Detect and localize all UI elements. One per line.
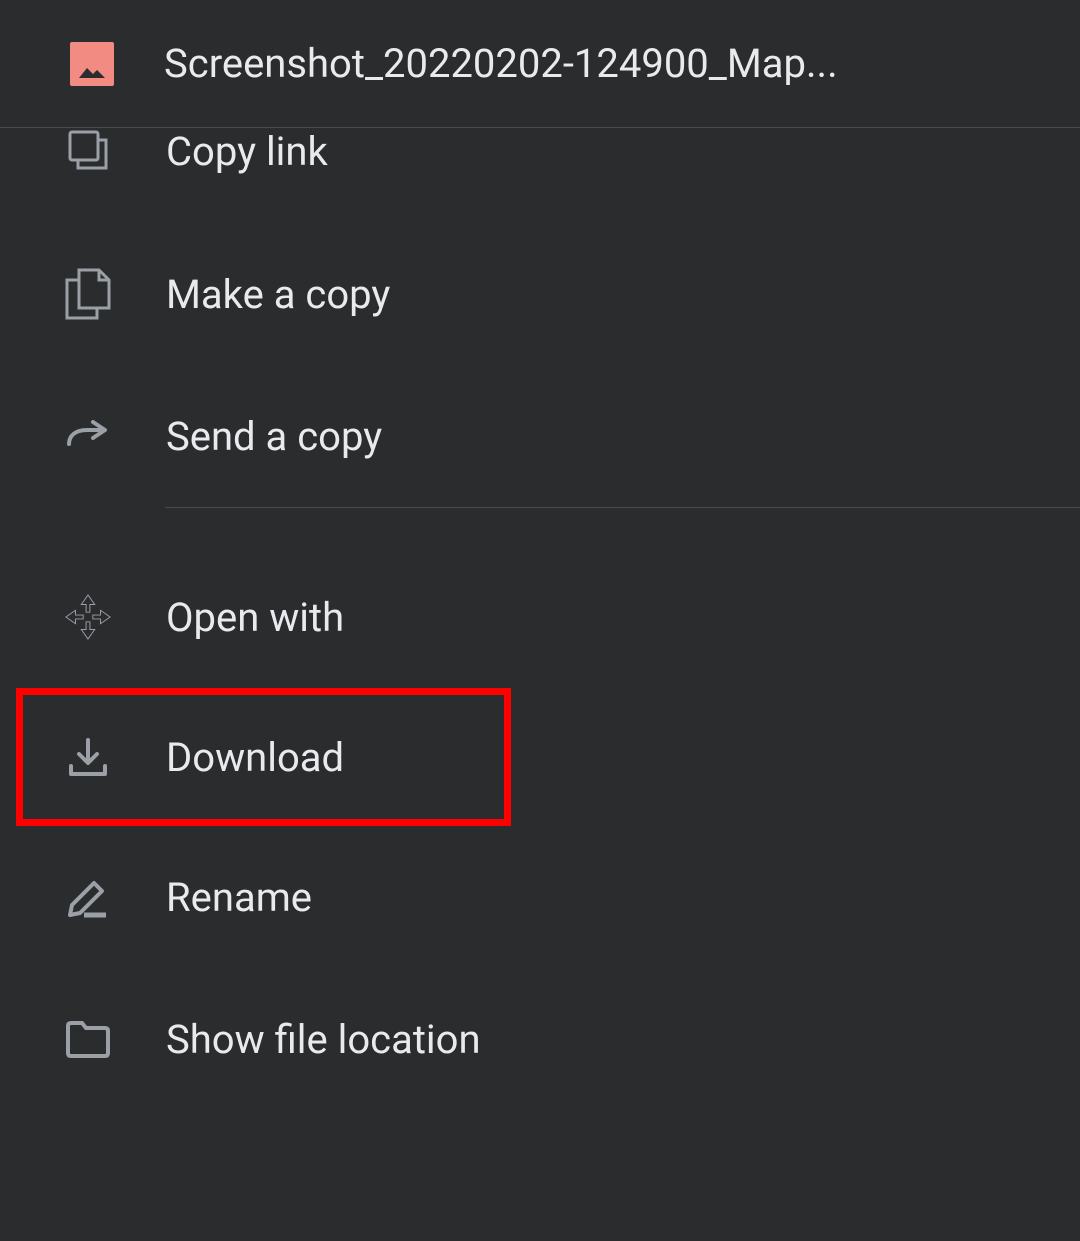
menu-item-rename[interactable]: Rename [0,826,1080,968]
menu-label: Show file location [166,1016,481,1063]
pencil-icon [66,875,110,919]
copy-link-icon [66,128,110,172]
section-gap [0,508,1080,546]
menu-item-show-file-location[interactable]: Show file location [0,968,1080,1110]
download-icon [67,736,109,778]
menu-item-download[interactable]: Download [16,688,511,826]
header: Screenshot_20220202-124900_Map... [0,0,1080,128]
menu-label: Rename [166,874,312,921]
image-icon [77,62,107,80]
file-thumbnail [70,42,114,86]
menu-label: Download [166,734,344,781]
menu-label: Copy link [166,128,328,175]
menu-item-copy-link[interactable]: Copy link [0,128,1080,223]
send-icon [65,420,111,452]
menu-item-send-a-copy[interactable]: Send a copy [0,365,1080,507]
menu-item-make-a-copy[interactable]: Make a copy [0,223,1080,365]
menu-label: Open with [166,594,344,641]
menu-label: Make a copy [166,271,390,318]
folder-icon [64,1019,112,1059]
menu-label: Send a copy [166,413,382,460]
menu-item-open-with[interactable]: Open with [0,546,1080,688]
file-name: Screenshot_20220202-124900_Map... [164,40,838,87]
open-with-icon [64,592,112,642]
file-copy-icon [65,268,111,320]
